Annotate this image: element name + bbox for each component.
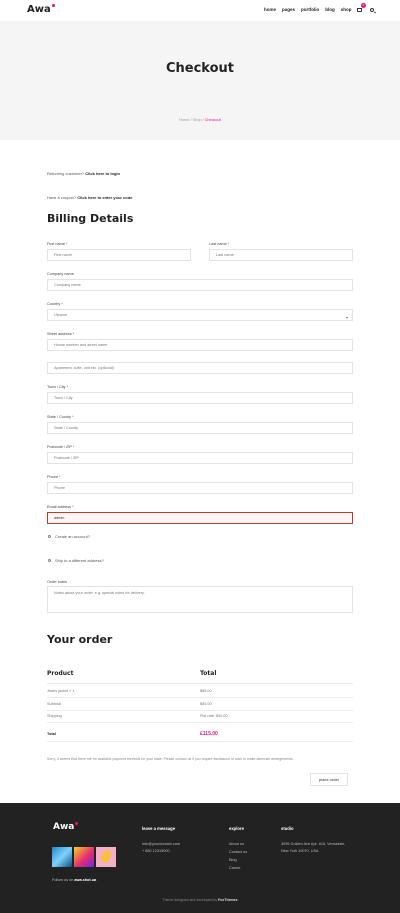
cart-count-badge: 0: [361, 3, 366, 8]
main-nav: home pages portfolio blog shop: [264, 7, 352, 12]
nav-shop[interactable]: shop: [341, 7, 352, 12]
footer-thumb-3[interactable]: [96, 847, 116, 867]
order-notes-label: Order notes: [47, 580, 68, 584]
footer-link-career[interactable]: Career: [229, 865, 241, 872]
first-name-label: First name *: [47, 242, 68, 246]
follow-handle-link[interactable]: awa.shot.ua: [74, 878, 96, 882]
logo-dot: [75, 822, 79, 825]
payment-message: Sorry, it seems that there are no availa…: [47, 757, 294, 761]
email-field[interactable]: admin: [47, 512, 353, 524]
table-divider: [47, 741, 353, 742]
email-label: Email address *: [47, 505, 74, 509]
col-product-header: Product: [47, 670, 74, 677]
footer-phone[interactable]: + 880 12315000: [142, 848, 170, 855]
address-line-2: New York 10070, USA: [281, 849, 319, 853]
login-notice: Returning customer? Click here to login: [47, 171, 120, 176]
table-divider: [47, 683, 353, 684]
ship-different-label[interactable]: Ship to a different address?: [55, 558, 104, 563]
nav-pages[interactable]: pages: [282, 7, 295, 12]
coupon-link[interactable]: Click here to enter your code: [77, 195, 132, 200]
bag-shape: [357, 8, 362, 12]
last-name-field[interactable]: Last name: [209, 249, 353, 261]
order-title: Your order: [47, 633, 113, 646]
company-field[interactable]: Company name: [47, 279, 353, 291]
footer-logo-text: Awa: [53, 822, 75, 832]
chevron-down-icon: ▾: [345, 315, 348, 320]
state-field[interactable]: State / County: [47, 422, 353, 434]
col-total-header: Total: [200, 670, 217, 677]
create-account-label[interactable]: Create an account?: [55, 534, 90, 539]
page-title: Checkout: [165, 61, 234, 76]
town-field[interactable]: Town / City: [47, 392, 353, 404]
footer-link-about[interactable]: About us: [229, 841, 244, 848]
follow-us: Follow us on awa.shot.ua: [52, 878, 97, 882]
subtotal-value: $85.00: [200, 702, 212, 706]
town-label: Town / City *: [47, 385, 69, 389]
breadcrumb-home[interactable]: Home: [179, 118, 189, 122]
login-link[interactable]: Click here to login: [85, 171, 120, 176]
state-label: State / County *: [47, 415, 74, 419]
ship-different-checkbox[interactable]: [48, 559, 51, 562]
apartment-field[interactable]: Apartment, suite, unit etc. (optional): [47, 362, 353, 374]
cart-icon[interactable]: 0: [357, 3, 366, 13]
nav-blog[interactable]: blog: [325, 7, 335, 12]
nav-home[interactable]: home: [264, 7, 276, 12]
address-line-1: 3095 Golden Ave Apt. #16, Vernadale,: [281, 842, 346, 846]
order-item-label: Jeans jacket × 1: [47, 689, 75, 693]
coupon-notice: Have a coupon? Click here to enter your …: [47, 195, 132, 200]
site-logo[interactable]: Awa: [27, 4, 55, 15]
postcode-label: Postcode / ZIP *: [47, 445, 75, 449]
footer-thumb-1[interactable]: [52, 847, 72, 867]
company-label: Company name: [47, 272, 74, 276]
banana-shape: [99, 848, 113, 865]
table-divider: [47, 722, 353, 723]
studio-heading: studio: [281, 826, 294, 831]
phone-field[interactable]: Phone: [47, 482, 353, 494]
breadcrumb-shop[interactable]: Shop: [193, 118, 202, 122]
footer-logo[interactable]: Awa: [53, 822, 79, 832]
country-label: Country *: [47, 302, 63, 306]
total-label: Total: [47, 732, 56, 736]
logo-dot: [51, 4, 55, 7]
phone-label: Phone *: [47, 475, 61, 479]
explore-heading: explore: [229, 826, 244, 831]
total-value: £115.00: [200, 731, 218, 737]
footer-thumb-2[interactable]: [74, 847, 94, 867]
table-divider: [47, 710, 353, 711]
subtotal-label: Subtotal: [47, 702, 61, 706]
first-name-field[interactable]: First name: [47, 249, 191, 261]
logo-text: Awa: [27, 4, 51, 15]
returning-text: Returning customer?: [47, 171, 85, 176]
brand-link[interactable]: FoxThemes: [218, 898, 237, 902]
street-field[interactable]: House number and street name: [47, 339, 353, 351]
country-value: Ukraine: [54, 313, 68, 317]
nav-portfolio[interactable]: portfolio: [301, 7, 319, 12]
order-item-value: $85.00: [200, 689, 212, 693]
shipping-label: Shipping: [47, 714, 62, 718]
street-label: Street address *: [47, 332, 75, 336]
page-hero: [0, 21, 400, 140]
create-account-checkbox[interactable]: [48, 535, 51, 538]
table-divider: [47, 697, 353, 698]
place-order-button[interactable]: place order: [310, 773, 348, 786]
coupon-text: Have a coupon?: [47, 195, 77, 200]
footer-link-blog[interactable]: Blog: [229, 857, 237, 864]
copyright: Theme designed and developed by FoxTheme…: [162, 898, 238, 902]
postcode-field[interactable]: Postcode / ZIP: [47, 452, 353, 464]
footer-link-contact[interactable]: Contact us: [229, 849, 247, 856]
order-notes-textarea[interactable]: Notes about your order, e.g. special not…: [47, 586, 353, 613]
shipping-value: Flat rate: $30.00: [200, 714, 228, 718]
country-select[interactable]: Ukraine ▾: [47, 309, 353, 321]
breadcrumb-current: Checkout: [204, 118, 221, 122]
last-name-label: Last name *: [209, 242, 230, 246]
search-icon[interactable]: [370, 8, 374, 12]
breadcrumb: Home / Shop / Checkout: [179, 118, 221, 122]
message-heading: leave a message: [142, 826, 176, 831]
footer-email[interactable]: info@yourdomain.com: [142, 841, 180, 848]
billing-title: Billing Details: [47, 212, 134, 225]
